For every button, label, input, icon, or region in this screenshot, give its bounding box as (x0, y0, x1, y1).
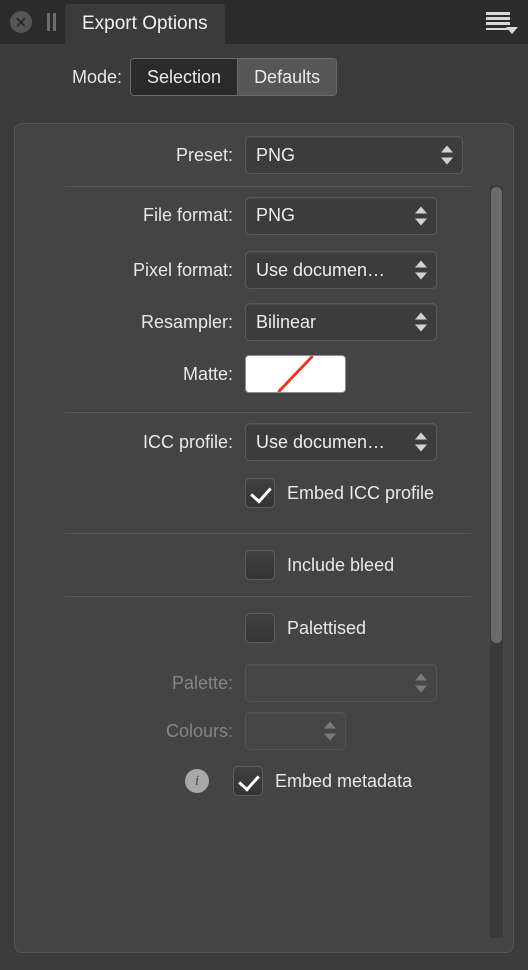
resampler-value: Bilinear (256, 311, 317, 332)
row-include-bleed[interactable]: Include bleed (15, 534, 513, 596)
preset-value: PNG (256, 144, 296, 165)
embed-metadata-checkbox[interactable] (233, 766, 263, 796)
row-embed-metadata[interactable]: i Embed metadata (15, 755, 513, 807)
palette-dropdown (245, 664, 437, 702)
colours-dropdown (245, 712, 346, 750)
titlebar: Export Options (0, 0, 528, 44)
embed-icc-profile-checkbox[interactable] (245, 478, 275, 508)
resampler-dropdown[interactable]: Bilinear (245, 303, 437, 341)
vertical-scrollbar[interactable] (490, 186, 503, 938)
include-bleed-checkbox[interactable] (245, 550, 275, 580)
pause-icon[interactable] (46, 13, 57, 31)
mode-segmented-control[interactable]: Selection Defaults (130, 58, 338, 96)
row-palette: Palette: (15, 659, 513, 707)
palettised-label: Palettised (287, 617, 367, 638)
mode-option-defaults[interactable]: Defaults (237, 59, 337, 95)
resampler-label: Resampler: (140, 311, 233, 332)
preset-stepper-icon[interactable] (441, 145, 453, 165)
file-format-stepper-icon[interactable] (415, 206, 427, 225)
row-icc-profile: ICC profile: Use documen… (15, 413, 513, 471)
titlebar-left-controls (0, 0, 57, 44)
matte-label: Matte: (182, 363, 233, 384)
palettised-checkbox[interactable] (245, 613, 275, 643)
row-preset: Preset: PNG (15, 124, 513, 186)
row-matte: Matte: (15, 348, 513, 400)
hamburger-menu-icon[interactable] (486, 11, 518, 35)
export-options-panel: Preset: PNG File format: PNG Pixel forma… (14, 123, 514, 953)
icc-profile-dropdown[interactable]: Use documen… (245, 423, 437, 461)
embed-metadata-spacer: i (23, 769, 233, 793)
row-colours: Colours: (15, 707, 513, 755)
palette-label: Palette: (171, 672, 233, 693)
matte-color-swatch[interactable] (245, 355, 346, 393)
resampler-stepper-icon[interactable] (415, 312, 427, 332)
tab-export-options[interactable]: Export Options (65, 4, 225, 44)
close-icon[interactable] (10, 11, 32, 33)
palette-stepper-icon (415, 673, 427, 693)
icc-profile-value: Use documen… (256, 431, 386, 452)
embed-metadata-label: Embed metadata (275, 770, 413, 791)
row-file-format: File format: PNG (15, 187, 513, 244)
pixel-format-value: Use documen… (256, 259, 386, 280)
row-palettised[interactable]: Palettised (15, 597, 513, 659)
colours-label: Colours: (165, 720, 233, 741)
preset-label: Preset: (175, 144, 233, 165)
pixel-format-label: Pixel format: (132, 259, 233, 280)
options-list: Preset: PNG File format: PNG Pixel forma… (15, 124, 513, 807)
pixel-format-dropdown[interactable]: Use documen… (245, 251, 437, 289)
preset-dropdown[interactable]: PNG (245, 136, 463, 174)
include-bleed-label: Include bleed (287, 554, 395, 575)
file-format-dropdown[interactable]: PNG (245, 196, 437, 235)
mode-option-selection[interactable]: Selection (131, 59, 238, 95)
icc-profile-label: ICC profile: (142, 431, 233, 452)
colours-stepper-icon (324, 721, 336, 741)
pixel-format-stepper-icon[interactable] (415, 260, 427, 280)
mode-label: Mode: (71, 66, 122, 87)
embed-icc-profile-label: Embed ICC profile (287, 482, 435, 503)
chevron-down-icon (506, 27, 518, 34)
info-icon[interactable]: i (185, 769, 209, 793)
file-format-label: File format: (142, 205, 233, 225)
row-resampler: Resampler: Bilinear (15, 296, 513, 348)
row-pixel-format: Pixel format: Use documen… (15, 244, 513, 296)
row-embed-icc-profile[interactable]: Embed ICC profile (15, 471, 513, 515)
tab-label: Export Options (82, 13, 208, 34)
icc-profile-stepper-icon[interactable] (415, 432, 427, 452)
scrollbar-thumb[interactable] (491, 187, 502, 643)
file-format-value: PNG (256, 205, 296, 225)
mode-row: Mode: Selection Defaults (0, 44, 528, 110)
